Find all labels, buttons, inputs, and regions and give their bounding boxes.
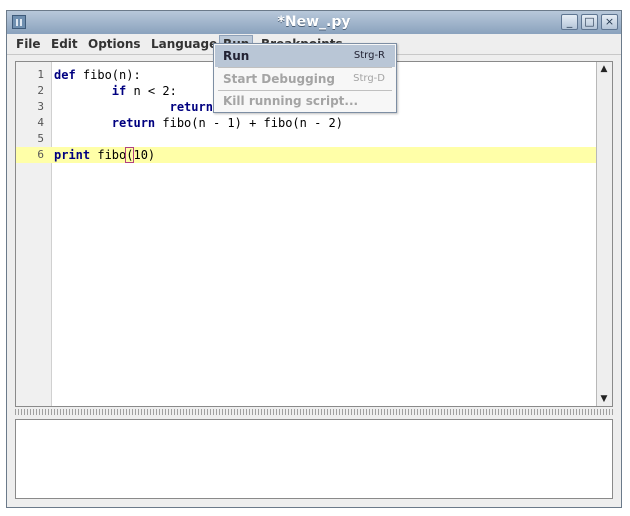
split-pane-divider[interactable] (15, 409, 613, 415)
line-number: 6 (37, 148, 44, 161)
minimize-button[interactable]: _ (561, 14, 578, 30)
keyword-token: return (169, 100, 213, 114)
code-token: n < 2: (126, 84, 177, 98)
menu-item-start-debugging[interactable]: Start Debugging Strg-D (215, 68, 395, 90)
code-line[interactable]: 4 return fibo(n - 1) + fibo(n - 2) (16, 115, 599, 131)
code-line[interactable]: 5 (16, 131, 599, 147)
vertical-scrollbar[interactable]: ▲ ▼ (596, 62, 612, 406)
menu-edit[interactable]: Edit (48, 36, 81, 53)
code-text: return n (54, 99, 228, 115)
line-number: 1 (37, 68, 44, 81)
keyword-token: return (111, 116, 156, 130)
code-token: 10) (133, 148, 156, 162)
menu-file[interactable]: File (13, 36, 44, 53)
window-title: *New_.py (277, 14, 351, 30)
code-text: def fibo(n): (54, 67, 141, 83)
scroll-down-icon[interactable]: ▼ (599, 394, 609, 404)
keyword-token: print (54, 148, 91, 162)
menu-language[interactable]: Language (148, 36, 220, 53)
code-token: fibo(n): (75, 68, 141, 82)
line-number: 4 (37, 116, 44, 129)
scroll-up-icon[interactable]: ▲ (599, 64, 609, 74)
code-text: print fibo(10) (54, 147, 155, 163)
menu-item-run-accelerator: Strg-R (353, 50, 385, 61)
code-token: fibo (90, 148, 127, 162)
menu-item-kill-script[interactable]: Kill running script... (215, 90, 395, 112)
menu-item-kill-script-label: Kill running script... (223, 94, 359, 108)
code-token: fibo(n - 1) + fibo(n - 2) (155, 116, 343, 130)
menu-options[interactable]: Options (85, 36, 144, 53)
code-text: if n < 2: (54, 83, 177, 99)
keyword-token: if (111, 84, 127, 98)
keyword-token: def (54, 68, 76, 82)
maximize-button[interactable]: □ (581, 14, 598, 30)
output-panel[interactable] (15, 419, 613, 499)
run-menu-dropdown: Run Strg-R Start Debugging Strg-D Kill r… (213, 43, 397, 113)
menu-item-run-label: Run (223, 49, 250, 63)
code-line[interactable]: 6 print fibo(10) (16, 147, 599, 163)
line-number: 5 (37, 132, 44, 145)
menu-item-run[interactable]: Run Strg-R (215, 45, 395, 67)
title-bar[interactable]: *New_.py _ □ × (7, 11, 621, 35)
line-number: 3 (37, 100, 44, 113)
code-text: return fibo(n - 1) + fibo(n - 2) (54, 115, 343, 131)
close-button[interactable]: × (601, 14, 618, 30)
menu-item-start-debugging-label: Start Debugging (223, 72, 335, 86)
line-number: 2 (37, 84, 44, 97)
menu-item-start-debugging-accelerator: Strg-D (353, 73, 385, 84)
